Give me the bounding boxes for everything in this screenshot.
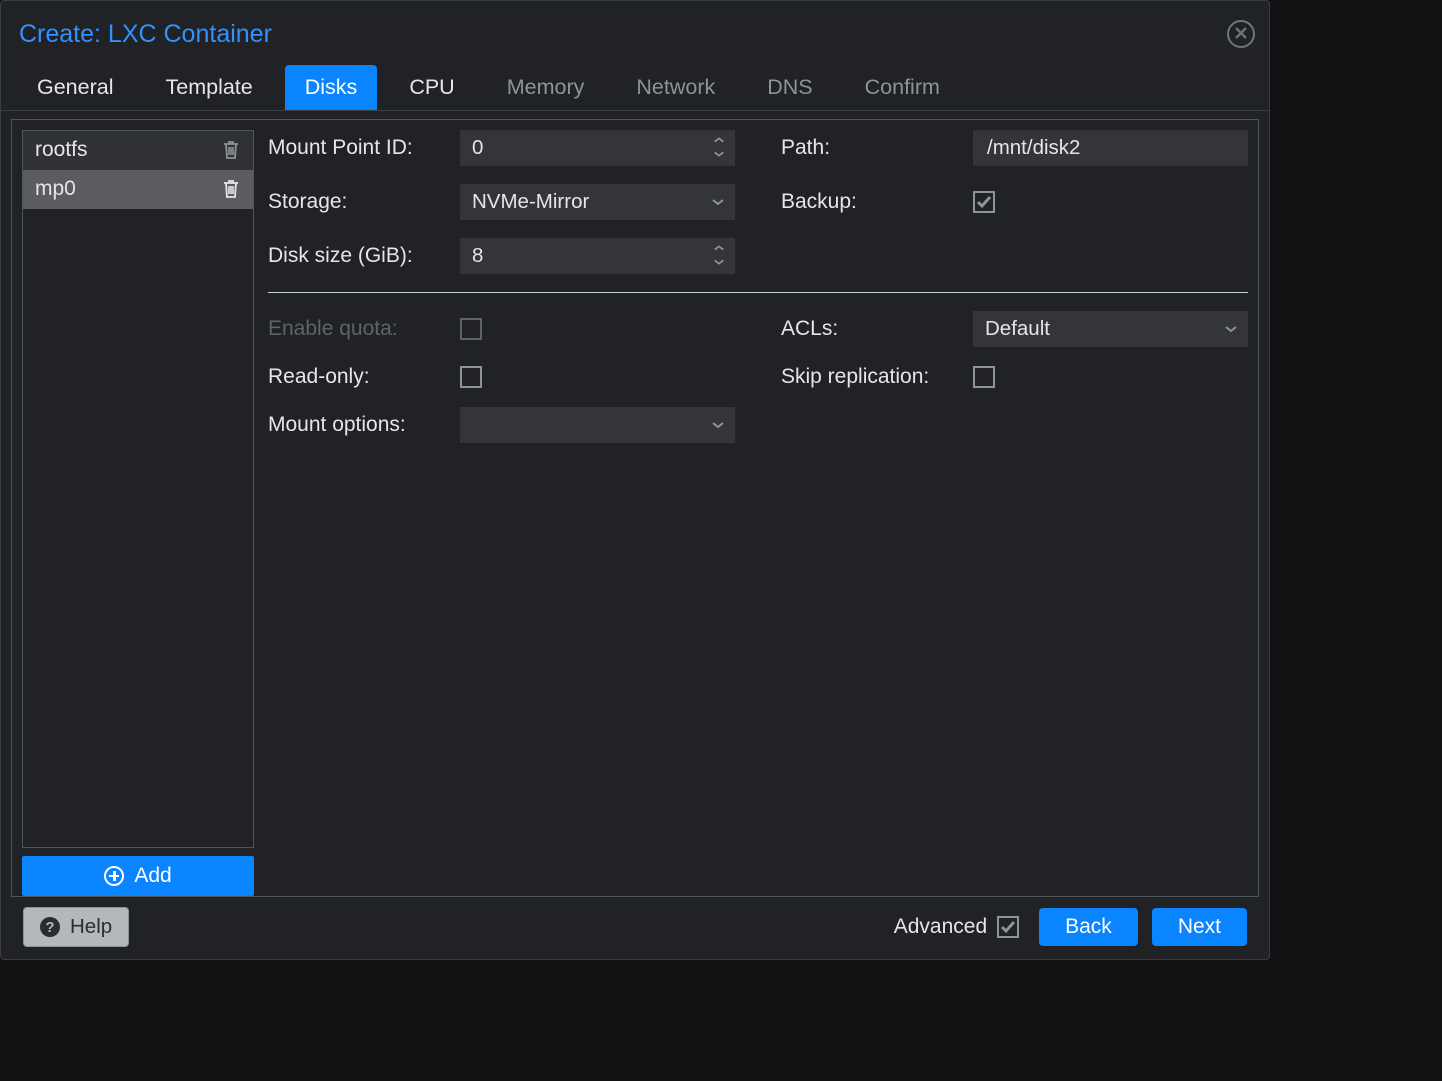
label-mount-options: Mount options: xyxy=(268,413,458,437)
label-mount-point-id: Mount Point ID: xyxy=(268,136,458,160)
label-acls: ACLs: xyxy=(781,317,971,341)
disk-size-value: 8 xyxy=(472,244,483,268)
row-mount-options: Mount options: xyxy=(268,407,735,443)
advanced-checkbox[interactable] xyxy=(997,916,1019,938)
wizard-tabs: General Template Disks CPU Memory Networ… xyxy=(1,59,1269,111)
help-button[interactable]: ? Help xyxy=(23,907,129,947)
mount-options-select[interactable] xyxy=(460,407,735,443)
path-input[interactable] xyxy=(985,135,1236,161)
titlebar: Create: LXC Container xyxy=(1,1,1269,61)
tab-dns: DNS xyxy=(747,65,832,110)
disk-list: rootfs mp0 xyxy=(22,130,254,848)
read-only-checkbox[interactable] xyxy=(460,366,482,388)
tab-memory: Memory xyxy=(487,65,605,110)
form-divider xyxy=(268,292,1248,293)
disk-list-item-rootfs[interactable]: rootfs xyxy=(23,131,253,170)
tab-cpu[interactable]: CPU xyxy=(389,65,474,110)
dialog-footer: ? Help Advanced Back Next xyxy=(11,896,1259,959)
label-enable-quota: Enable quota: xyxy=(268,317,458,341)
tab-confirm: Confirm xyxy=(845,65,960,110)
tab-disks[interactable]: Disks xyxy=(285,65,378,110)
close-icon xyxy=(1234,22,1248,46)
chevron-down-icon xyxy=(713,151,725,158)
close-button[interactable] xyxy=(1227,20,1255,48)
row-skip-replication: Skip replication: xyxy=(781,365,1248,389)
skip-replication-checkbox[interactable] xyxy=(973,366,995,388)
advanced-label: Advanced xyxy=(894,915,987,939)
disk-list-label: rootfs xyxy=(35,138,88,162)
mount-point-id-value: 0 xyxy=(472,136,483,160)
disk-size-spinner[interactable]: 8 xyxy=(460,238,735,274)
disk-list-item-mp0[interactable]: mp0 xyxy=(23,170,253,209)
chevron-down-icon xyxy=(713,259,725,266)
chevron-up-icon xyxy=(713,245,725,252)
mount-point-id-spinner[interactable]: 0 xyxy=(460,130,735,166)
add-button-label: Add xyxy=(134,864,171,888)
row-backup: Backup: xyxy=(781,184,1248,220)
path-input-wrapper[interactable] xyxy=(973,130,1248,166)
dialog-window: Create: LXC Container General Template D… xyxy=(0,0,1270,960)
chevron-up-icon xyxy=(713,137,725,144)
storage-select[interactable]: NVMe-Mirror xyxy=(460,184,735,220)
advanced-toggle[interactable]: Advanced xyxy=(894,915,1019,939)
row-acls: ACLs: Default xyxy=(781,311,1248,347)
label-disk-size: Disk size (GiB): xyxy=(268,244,458,268)
next-button[interactable]: Next xyxy=(1152,908,1247,946)
tab-network: Network xyxy=(616,65,735,110)
enable-quota-checkbox xyxy=(460,318,482,340)
disk-side-column: rootfs mp0 Add xyxy=(22,130,254,896)
label-backup: Backup: xyxy=(781,190,971,214)
help-icon: ? xyxy=(40,917,60,937)
row-read-only: Read-only: xyxy=(268,365,735,389)
label-skip-replication: Skip replication: xyxy=(781,365,971,389)
trash-icon[interactable] xyxy=(221,178,241,200)
backup-checkbox[interactable] xyxy=(973,191,995,213)
tab-template[interactable]: Template xyxy=(146,65,273,110)
acls-value: Default xyxy=(985,317,1050,341)
disk-form: Mount Point ID: 0 Path: xyxy=(268,130,1248,896)
row-path: Path: xyxy=(781,130,1248,166)
disk-list-label: mp0 xyxy=(35,177,76,201)
back-button[interactable]: Back xyxy=(1039,908,1138,946)
row-mount-point-id: Mount Point ID: 0 xyxy=(268,130,735,166)
plus-icon xyxy=(104,866,124,886)
add-disk-button[interactable]: Add xyxy=(22,856,254,896)
dialog-body: rootfs mp0 Add xyxy=(11,119,1259,896)
storage-value: NVMe-Mirror xyxy=(472,190,589,214)
row-disk-size: Disk size (GiB): 8 xyxy=(268,238,735,274)
acls-select[interactable]: Default xyxy=(973,311,1248,347)
trash-icon[interactable] xyxy=(221,139,241,161)
row-storage: Storage: NVMe-Mirror xyxy=(268,184,735,220)
label-read-only: Read-only: xyxy=(268,365,458,389)
chevron-down-icon xyxy=(1224,325,1238,333)
label-storage: Storage: xyxy=(268,190,458,214)
dialog-title: Create: LXC Container xyxy=(19,20,272,49)
row-enable-quota: Enable quota: xyxy=(268,311,735,347)
chevron-down-icon xyxy=(711,421,725,429)
help-label: Help xyxy=(70,915,112,939)
label-path: Path: xyxy=(781,136,971,160)
tab-general[interactable]: General xyxy=(17,65,134,110)
chevron-down-icon xyxy=(711,198,725,206)
